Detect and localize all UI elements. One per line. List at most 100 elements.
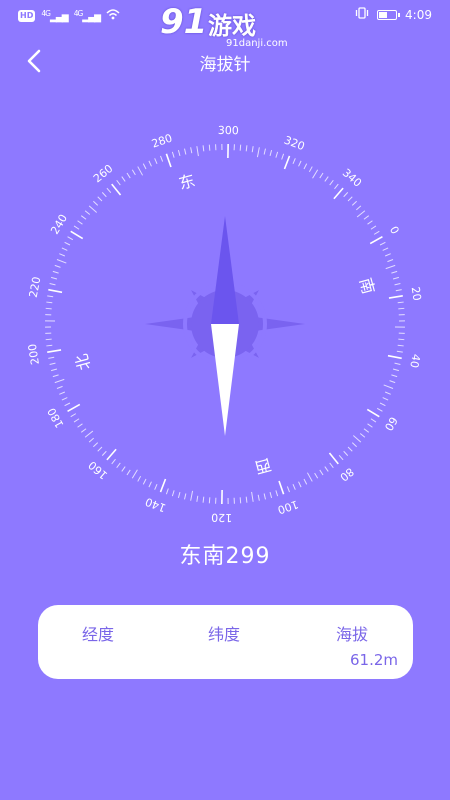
compass-tick	[275, 490, 279, 497]
compass-tick	[292, 483, 296, 490]
compass-tick	[298, 481, 302, 488]
compass-tick	[52, 270, 59, 274]
location-info-card: 经度 纬度 海拔 61.2m	[38, 605, 413, 679]
altitude-label: 海拔	[335, 625, 368, 644]
compass-tick	[369, 236, 383, 245]
compass-tick	[382, 247, 389, 251]
compass-degree-label: 260	[91, 162, 116, 185]
compass-tick	[245, 496, 248, 503]
compass-degree-label: 0	[387, 224, 402, 236]
heading-readout: 东南299	[179, 544, 271, 569]
compass-tick	[351, 442, 357, 448]
compass-tick	[137, 475, 142, 482]
compass-tick	[116, 462, 121, 469]
compass-degree-label: 120	[211, 511, 232, 524]
compass-tick	[366, 408, 380, 418]
compass-tick	[49, 283, 56, 286]
compass-tick	[97, 446, 103, 452]
compass-tick	[80, 215, 87, 220]
compass-degree-label: 300	[218, 124, 239, 137]
compass-tick	[324, 176, 329, 182]
compass-tick	[384, 253, 391, 257]
compass-tick	[363, 428, 370, 433]
compass-tick	[376, 407, 383, 412]
compass-tick	[256, 147, 260, 158]
compass-tick	[319, 172, 324, 179]
compass-degree-label: 200	[26, 343, 42, 366]
watermark: 91 游戏 91danji.com	[160, 2, 300, 52]
compass-tick	[171, 490, 175, 497]
compass-tick	[67, 236, 74, 241]
compass-tick	[292, 158, 296, 165]
longitude-column: 经度	[38, 621, 158, 651]
compass-tick	[93, 200, 99, 206]
compass-tick	[202, 145, 205, 152]
compass-tick	[392, 276, 399, 280]
compass-tick	[73, 225, 80, 230]
compass-tick	[388, 295, 403, 299]
compass-tick	[303, 163, 308, 170]
compass-tick	[278, 480, 285, 495]
compass-tick	[97, 196, 103, 202]
compass-tick	[329, 179, 334, 186]
compass-tick	[64, 402, 71, 407]
status-left: HD 4G▂▄▆ 4G▂▄▆	[18, 8, 120, 23]
compass-degree-label: 80	[337, 465, 356, 484]
compass-tick	[171, 151, 175, 158]
compass-tick	[190, 147, 193, 154]
compass-tick	[154, 158, 158, 165]
compass-tick	[245, 145, 248, 152]
compass-tick	[367, 220, 373, 225]
compass-tick	[343, 192, 349, 198]
compass-tick	[396, 350, 403, 353]
compass-tick	[154, 483, 158, 490]
compass-degree-label: 180	[45, 405, 67, 430]
compass-tick	[49, 362, 56, 365]
compass-tick	[385, 264, 396, 270]
compass-degree-label: 100	[276, 497, 300, 516]
compass-tick	[54, 378, 65, 384]
compass-tick	[111, 458, 116, 465]
altitude-column: 海拔 61.2m	[292, 621, 412, 669]
compass-tick	[47, 295, 54, 298]
compass-tick	[51, 368, 58, 372]
wifi-icon	[106, 8, 120, 23]
page-title: 海拔针	[199, 55, 251, 75]
compass-tick	[46, 301, 53, 304]
compass-tick	[251, 491, 254, 502]
compass-rose	[145, 216, 305, 436]
compass-tick	[46, 344, 53, 347]
status-time: 4:09	[405, 7, 432, 22]
compass-tick	[116, 179, 121, 186]
compass-tick	[64, 241, 71, 246]
compass-tick	[387, 354, 402, 360]
compass-tick	[363, 215, 370, 220]
compass-tick	[347, 196, 353, 202]
watermark-logo: 91	[160, 2, 208, 42]
latitude-column: 纬度	[164, 621, 284, 651]
compass-tick	[355, 205, 362, 211]
compass-tick	[359, 433, 366, 438]
compass-tick	[177, 150, 181, 157]
battery-level	[379, 11, 388, 18]
compass-tick	[190, 490, 194, 501]
battery-icon	[377, 9, 401, 20]
compass-tick	[84, 210, 91, 215]
compass-tick	[329, 462, 334, 469]
compass-tick	[165, 153, 172, 168]
compass-tick	[303, 478, 308, 485]
compass-degree-label: 320	[282, 134, 306, 154]
compass-tick	[239, 497, 242, 504]
compass-tick	[251, 146, 254, 153]
compass-tick	[52, 374, 59, 378]
compass-degree-label: 20	[409, 286, 424, 302]
compass-tick	[159, 478, 167, 493]
compass-tick	[56, 259, 67, 264]
compass-tick	[382, 397, 389, 401]
compass-tick	[391, 270, 398, 274]
compass-tick	[77, 220, 83, 225]
compass-tick	[48, 356, 55, 359]
compass-tick	[257, 494, 260, 501]
compass-tick	[88, 437, 95, 443]
compass-degree-label: 220	[27, 276, 44, 299]
